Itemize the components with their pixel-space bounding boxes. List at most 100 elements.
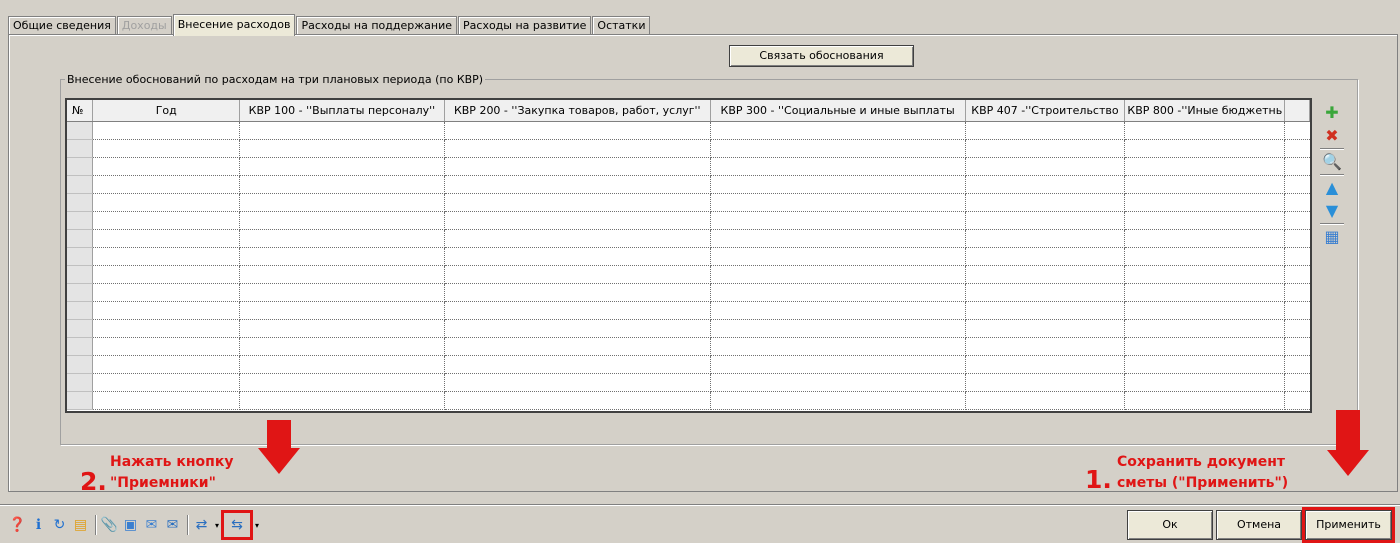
table-row[interactable] xyxy=(67,265,1310,284)
table-row[interactable] xyxy=(67,193,1310,212)
table-cell[interactable] xyxy=(239,319,445,338)
table-row[interactable] xyxy=(67,283,1310,302)
table-row[interactable] xyxy=(67,319,1310,338)
table-cell[interactable] xyxy=(965,211,1126,230)
table-cell[interactable] xyxy=(965,319,1126,338)
table-cell[interactable] xyxy=(1124,247,1286,266)
table-cell[interactable] xyxy=(444,193,711,212)
mail-icon[interactable]: ✉ xyxy=(163,515,182,535)
cancel-button[interactable]: Отмена xyxy=(1216,510,1302,540)
info-icon[interactable]: ℹ xyxy=(29,515,48,535)
table-cell[interactable] xyxy=(239,139,445,158)
calculator-icon[interactable]: ▦ xyxy=(1318,225,1346,248)
column-header-kvr800[interactable]: КВР 800 -''Иные бюджетнь xyxy=(1124,100,1286,122)
table-cell[interactable] xyxy=(710,355,966,374)
table-cell[interactable] xyxy=(965,265,1126,284)
table-cell[interactable] xyxy=(444,139,711,158)
table-cell[interactable] xyxy=(1124,355,1286,374)
move-up-icon[interactable]: ▲ xyxy=(1318,176,1346,199)
row-header-cell[interactable] xyxy=(67,355,94,374)
row-header-cell[interactable] xyxy=(67,121,94,140)
table-cell[interactable] xyxy=(1124,265,1286,284)
table-cell[interactable] xyxy=(239,265,445,284)
table-cell[interactable] xyxy=(1124,319,1286,338)
table-cell[interactable] xyxy=(92,301,241,320)
table-cell[interactable] xyxy=(1124,211,1286,230)
delete-icon[interactable]: ✖ xyxy=(1318,124,1346,147)
row-header-cell[interactable] xyxy=(67,301,94,320)
row-header-cell[interactable] xyxy=(67,247,94,266)
table-cell[interactable] xyxy=(965,301,1126,320)
table-cell[interactable] xyxy=(1124,139,1286,158)
table-cell[interactable] xyxy=(239,337,445,356)
table-cell[interactable] xyxy=(710,265,966,284)
table-row[interactable] xyxy=(67,355,1310,374)
table-cell[interactable] xyxy=(444,301,711,320)
table-cell[interactable] xyxy=(965,283,1126,302)
table-row[interactable] xyxy=(67,211,1310,230)
table-cell[interactable] xyxy=(710,283,966,302)
table-cell[interactable] xyxy=(1124,337,1286,356)
table-row[interactable] xyxy=(67,373,1310,392)
table-cell[interactable] xyxy=(710,373,966,392)
table-cell[interactable] xyxy=(444,265,711,284)
table-cell[interactable] xyxy=(444,247,711,266)
table-cell[interactable] xyxy=(1124,121,1286,140)
table-cell[interactable] xyxy=(965,247,1126,266)
table-cell[interactable] xyxy=(239,121,445,140)
table-cell[interactable] xyxy=(710,337,966,356)
row-header-cell[interactable] xyxy=(67,139,94,158)
table-cell[interactable] xyxy=(92,283,241,302)
tab-0[interactable]: Общие сведения xyxy=(8,16,116,35)
column-header-kvr300[interactable]: КВР 300 - ''Социальные и иные выплаты xyxy=(710,100,966,122)
column-header-kvr200[interactable]: КВР 200 - ''Закупка товаров, работ, услу… xyxy=(444,100,711,122)
refresh-icon[interactable]: ↻ xyxy=(50,515,69,535)
tab-5[interactable]: Остатки xyxy=(592,16,651,35)
table-cell[interactable] xyxy=(92,211,241,230)
table-cell[interactable] xyxy=(710,211,966,230)
move-down-icon[interactable]: ▼ xyxy=(1318,199,1346,222)
table-cell[interactable] xyxy=(239,193,445,212)
row-header-cell[interactable] xyxy=(67,193,94,212)
table-cell[interactable] xyxy=(1124,193,1286,212)
table-row[interactable] xyxy=(67,121,1310,140)
table-cell[interactable] xyxy=(1124,301,1286,320)
table-row[interactable] xyxy=(67,229,1310,248)
table-cell[interactable] xyxy=(965,373,1126,392)
table-cell[interactable] xyxy=(239,157,445,176)
attachment-icon[interactable]: 📎 xyxy=(100,515,119,535)
mail-forward-icon[interactable]: ✉ xyxy=(142,515,161,535)
apply-button[interactable]: Применить xyxy=(1302,507,1395,543)
table-cell[interactable] xyxy=(239,175,445,194)
table-cell[interactable] xyxy=(710,157,966,176)
table-cell[interactable] xyxy=(710,175,966,194)
table-cell[interactable] xyxy=(92,175,241,194)
table-cell[interactable] xyxy=(92,229,241,248)
column-header-kvr100[interactable]: КВР 100 - ''Выплаты персоналу'' xyxy=(239,100,445,122)
table-cell[interactable] xyxy=(965,355,1126,374)
table-cell[interactable] xyxy=(1124,283,1286,302)
table-cell[interactable] xyxy=(239,247,445,266)
documents-icon[interactable]: ▤ xyxy=(71,515,90,535)
table-cell[interactable] xyxy=(444,283,711,302)
table-cell[interactable] xyxy=(239,229,445,248)
table-row[interactable] xyxy=(67,301,1310,320)
table-cell[interactable] xyxy=(92,139,241,158)
table-cell[interactable] xyxy=(444,157,711,176)
table-cell[interactable] xyxy=(710,319,966,338)
tab-2[interactable]: Внесение расходов xyxy=(172,14,296,36)
row-header-cell[interactable] xyxy=(67,283,94,302)
help-icon[interactable]: ❓ xyxy=(8,515,27,535)
table-cell[interactable] xyxy=(710,193,966,212)
table-row[interactable] xyxy=(67,337,1310,356)
table-cell[interactable] xyxy=(444,175,711,194)
table-cell[interactable] xyxy=(92,319,241,338)
export-icon[interactable]: ⇄ xyxy=(192,515,211,535)
expenses-grid[interactable]: № Год КВР 100 - ''Выплаты персоналу'' КВ… xyxy=(65,98,1312,413)
table-cell[interactable] xyxy=(710,391,966,410)
row-header-cell[interactable] xyxy=(67,265,94,284)
table-cell[interactable] xyxy=(965,391,1126,410)
dropdown-arrow-icon[interactable]: ▾ xyxy=(213,521,221,530)
table-cell[interactable] xyxy=(965,121,1126,140)
table-cell[interactable] xyxy=(1124,373,1286,392)
